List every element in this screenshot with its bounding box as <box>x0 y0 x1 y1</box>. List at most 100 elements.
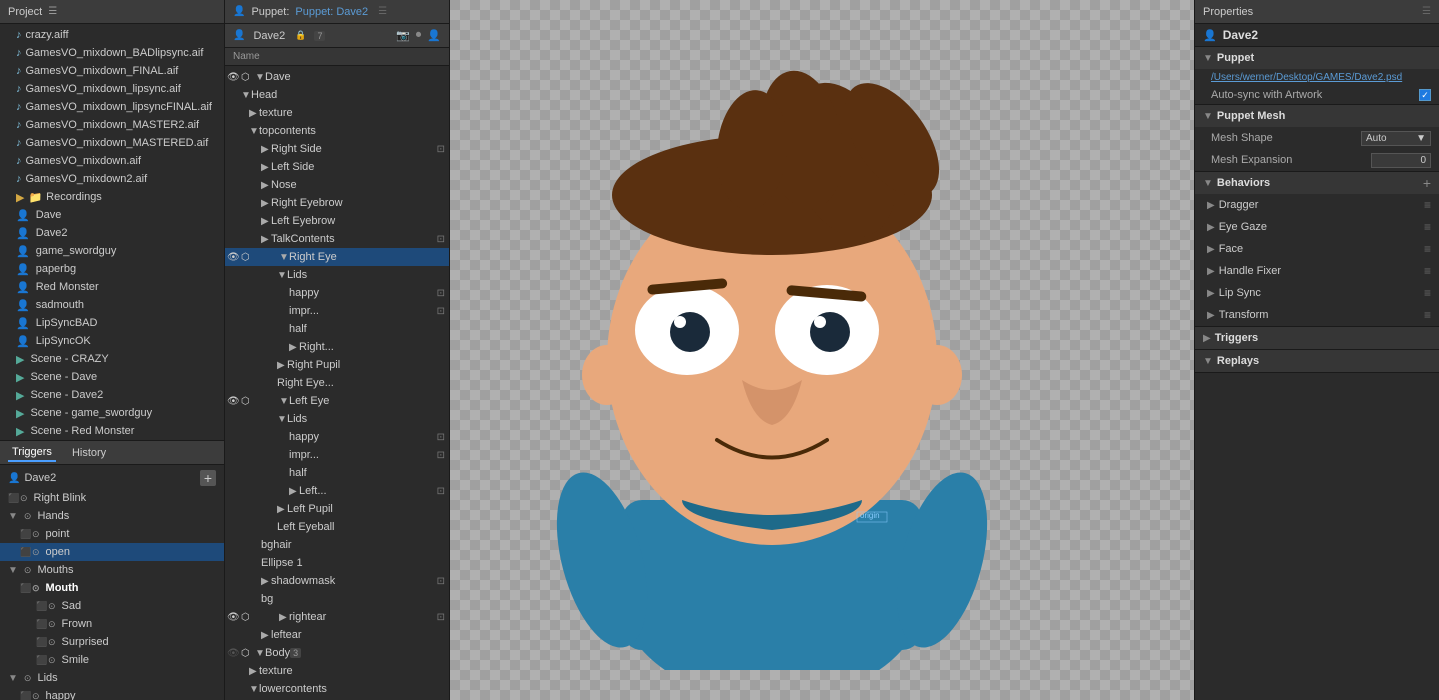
tree-row[interactable]: happy ⊡ <box>225 428 449 446</box>
tree-row[interactable]: ▶ Right Eyebrow <box>225 194 449 212</box>
user-icon[interactable]: 👤 <box>427 29 441 42</box>
behavior-menu-icon[interactable]: ≡ <box>1424 286 1431 300</box>
tree-row[interactable]: bghair <box>225 536 449 554</box>
tree-row[interactable]: ▶ shadowmask ⊡ <box>225 572 449 590</box>
action-icon[interactable]: ⊡ <box>437 612 445 623</box>
puppet-panel-menu[interactable]: ☰ <box>378 6 387 17</box>
list-item[interactable]: ⬛ ⊙ Sad <box>0 597 224 615</box>
tree-row[interactable]: bg <box>225 590 449 608</box>
list-item[interactable]: ♪ GamesVO_mixdown.aif <box>0 152 224 170</box>
file-path-text[interactable]: /Users/werner/Desktop/GAMES/Dave2.psd <box>1211 72 1402 83</box>
list-item[interactable]: ♪ GamesVO_mixdown2.aif <box>0 170 224 188</box>
camera-icon[interactable]: 📷 <box>396 29 410 42</box>
triggers-section-header[interactable]: ▶ Triggers <box>1195 327 1439 349</box>
tree-row[interactable]: ▶ Nose <box>225 176 449 194</box>
tree-row[interactable]: ▶ Right Side ⊡ <box>225 140 449 158</box>
tree-row[interactable]: ▼ Lids <box>225 266 449 284</box>
list-item[interactable]: ⬛ ⊙ Smile <box>0 651 224 669</box>
list-item[interactable]: ♪ GamesVO_mixdown_FINAL.aif <box>0 62 224 80</box>
replays-section-header[interactable]: ▼ Replays <box>1195 350 1439 372</box>
behaviors-header[interactable]: ▼ Behaviors + <box>1195 172 1439 194</box>
list-item[interactable]: ▶ Scene - Red Monster <box>0 422 224 440</box>
list-item[interactable]: ▼ ⊙ Mouths <box>0 561 224 579</box>
list-item[interactable]: ▶ Scene - Dave2 <box>0 386 224 404</box>
list-item[interactable]: ♪ GamesVO_mixdown_lipsyncFINAL.aif <box>0 98 224 116</box>
tree-row[interactable]: ▶ Left... ⊡ <box>225 482 449 500</box>
list-item[interactable]: ⬛ ⊙ open <box>0 543 224 561</box>
list-item[interactable]: ▶ Scene - game_swordguy <box>0 404 224 422</box>
list-item[interactable]: ▶ 📁 Recordings <box>0 188 224 206</box>
tree-row[interactable]: impr... ⊡ <box>225 446 449 464</box>
list-item[interactable]: 👤 LipSyncBAD <box>0 314 224 332</box>
tree-row[interactable]: ▼ Lids <box>225 410 449 428</box>
behavior-face[interactable]: ▶ Face ≡ <box>1195 238 1439 260</box>
properties-menu[interactable]: ☰ <box>1422 6 1431 17</box>
tree-row[interactable]: ▶ Left Eyebrow <box>225 212 449 230</box>
tree-row[interactable]: Right Eye... <box>225 374 449 392</box>
tree-row[interactable]: impr... ⊡ <box>225 302 449 320</box>
action-icon[interactable]: ⊡ <box>437 486 445 497</box>
list-item[interactable]: ♪ crazy.aiff <box>0 26 224 44</box>
list-item[interactable]: ♪ GamesVO_mixdown_MASTER2.aif <box>0 116 224 134</box>
action-icon[interactable]: ⊡ <box>437 288 445 299</box>
tree-row-right-eye[interactable]: 👁 ⬡ ▼ Right Eye <box>225 248 449 266</box>
behavior-menu-icon[interactable]: ≡ <box>1424 220 1431 234</box>
behavior-menu-icon[interactable]: ≡ <box>1424 264 1431 278</box>
behavior-menu-icon[interactable]: ≡ <box>1424 198 1431 212</box>
tree-row[interactable]: ▼ lowercontents <box>225 680 449 698</box>
list-item[interactable]: ⬛ ⊙ point <box>0 525 224 543</box>
project-menu-icon[interactable]: ☰ <box>48 6 57 17</box>
tree-row-body[interactable]: 👁 ⬡ ▼ Body 3 <box>225 644 449 662</box>
add-trigger-button[interactable]: + <box>200 470 216 486</box>
tree-row[interactable]: half <box>225 320 449 338</box>
action-icon[interactable]: ⊡ <box>437 144 445 155</box>
action-icon[interactable]: ⊡ <box>437 306 445 317</box>
history-tab[interactable]: History <box>68 445 110 461</box>
tree-row-dave[interactable]: 👁 ⬡ ▼ Dave <box>225 68 449 86</box>
list-item[interactable]: ⬛ ⊙ Mouth <box>0 579 224 597</box>
tree-row[interactable]: ▼ Head <box>225 86 449 104</box>
tree-row[interactable]: ▶ Left Pupil <box>225 500 449 518</box>
list-item[interactable]: ⬛ ⊙ Right Blink <box>0 489 224 507</box>
behavior-lipsync[interactable]: ▶ Lip Sync ≡ <box>1195 282 1439 304</box>
behavior-menu-icon[interactable]: ≡ <box>1424 308 1431 322</box>
tree-row-left-eye[interactable]: 👁 ⬡ ▼ Left Eye <box>225 392 449 410</box>
tree-row[interactable]: Left Eyeball <box>225 518 449 536</box>
tree-row-rightear[interactable]: 👁 ⬡ ▶ rightear ⊡ <box>225 608 449 626</box>
list-item[interactable]: 👤 sadmouth <box>0 296 224 314</box>
behavior-menu-icon[interactable]: ≡ <box>1424 242 1431 256</box>
tree-row[interactable]: ▶ Right... <box>225 338 449 356</box>
list-item[interactable]: 👤 Dave2 <box>0 224 224 242</box>
behavior-transform[interactable]: ▶ Transform ≡ <box>1195 304 1439 326</box>
behavior-handle-fixer[interactable]: ▶ Handle Fixer ≡ <box>1195 260 1439 282</box>
list-item[interactable]: ▶ Scene - CRAZY <box>0 350 224 368</box>
list-item[interactable]: 👤 Dave <box>0 206 224 224</box>
mesh-shape-dropdown[interactable]: Auto ▼ <box>1361 131 1431 146</box>
list-item[interactable]: ♪ GamesVO_mixdown_BADlipsync.aif <box>0 44 224 62</box>
tree-row[interactable]: ▶ Left Side <box>225 158 449 176</box>
behavior-eyegaze[interactable]: ▶ Eye Gaze ≡ <box>1195 216 1439 238</box>
list-item[interactable]: ♪ GamesVO_mixdown_lipsync.aif <box>0 80 224 98</box>
auto-sync-checkbox[interactable]: ✓ <box>1419 89 1431 101</box>
action-icon[interactable]: ⊡ <box>437 234 445 245</box>
tree-row[interactable]: ▶ texture <box>225 104 449 122</box>
tree-row[interactable]: happy ⊡ <box>225 284 449 302</box>
list-item[interactable]: 👤 Red Monster <box>0 278 224 296</box>
tree-row[interactable]: ▼ topcontents <box>225 122 449 140</box>
action-icon[interactable]: ⊡ <box>437 576 445 587</box>
list-item[interactable]: ♪ GamesVO_mixdown_MASTERED.aif <box>0 134 224 152</box>
puppet-section-header[interactable]: ▼ Puppet <box>1195 47 1439 69</box>
list-item[interactable]: ▼ ⊙ Lids <box>0 669 224 687</box>
behavior-dragger[interactable]: ▶ Dragger ≡ <box>1195 194 1439 216</box>
list-item[interactable]: ⬛ ⊙ happy <box>0 687 224 700</box>
list-item[interactable]: 👤 game_swordguy <box>0 242 224 260</box>
triggers-tab[interactable]: Triggers <box>8 444 56 462</box>
tree-row[interactable]: half <box>225 464 449 482</box>
list-item[interactable]: ⬛ ⊙ Surprised <box>0 633 224 651</box>
add-behavior-button[interactable]: + <box>1423 175 1431 191</box>
list-item[interactable]: ▼ ⊙ Hands <box>0 507 224 525</box>
tree-row[interactable]: ▶ Right Pupil <box>225 356 449 374</box>
list-item[interactable]: 👤 LipSyncOK <box>0 332 224 350</box>
list-item[interactable]: ▶ Scene - Dave <box>0 368 224 386</box>
tree-row[interactable]: ▶ leftear <box>225 626 449 644</box>
